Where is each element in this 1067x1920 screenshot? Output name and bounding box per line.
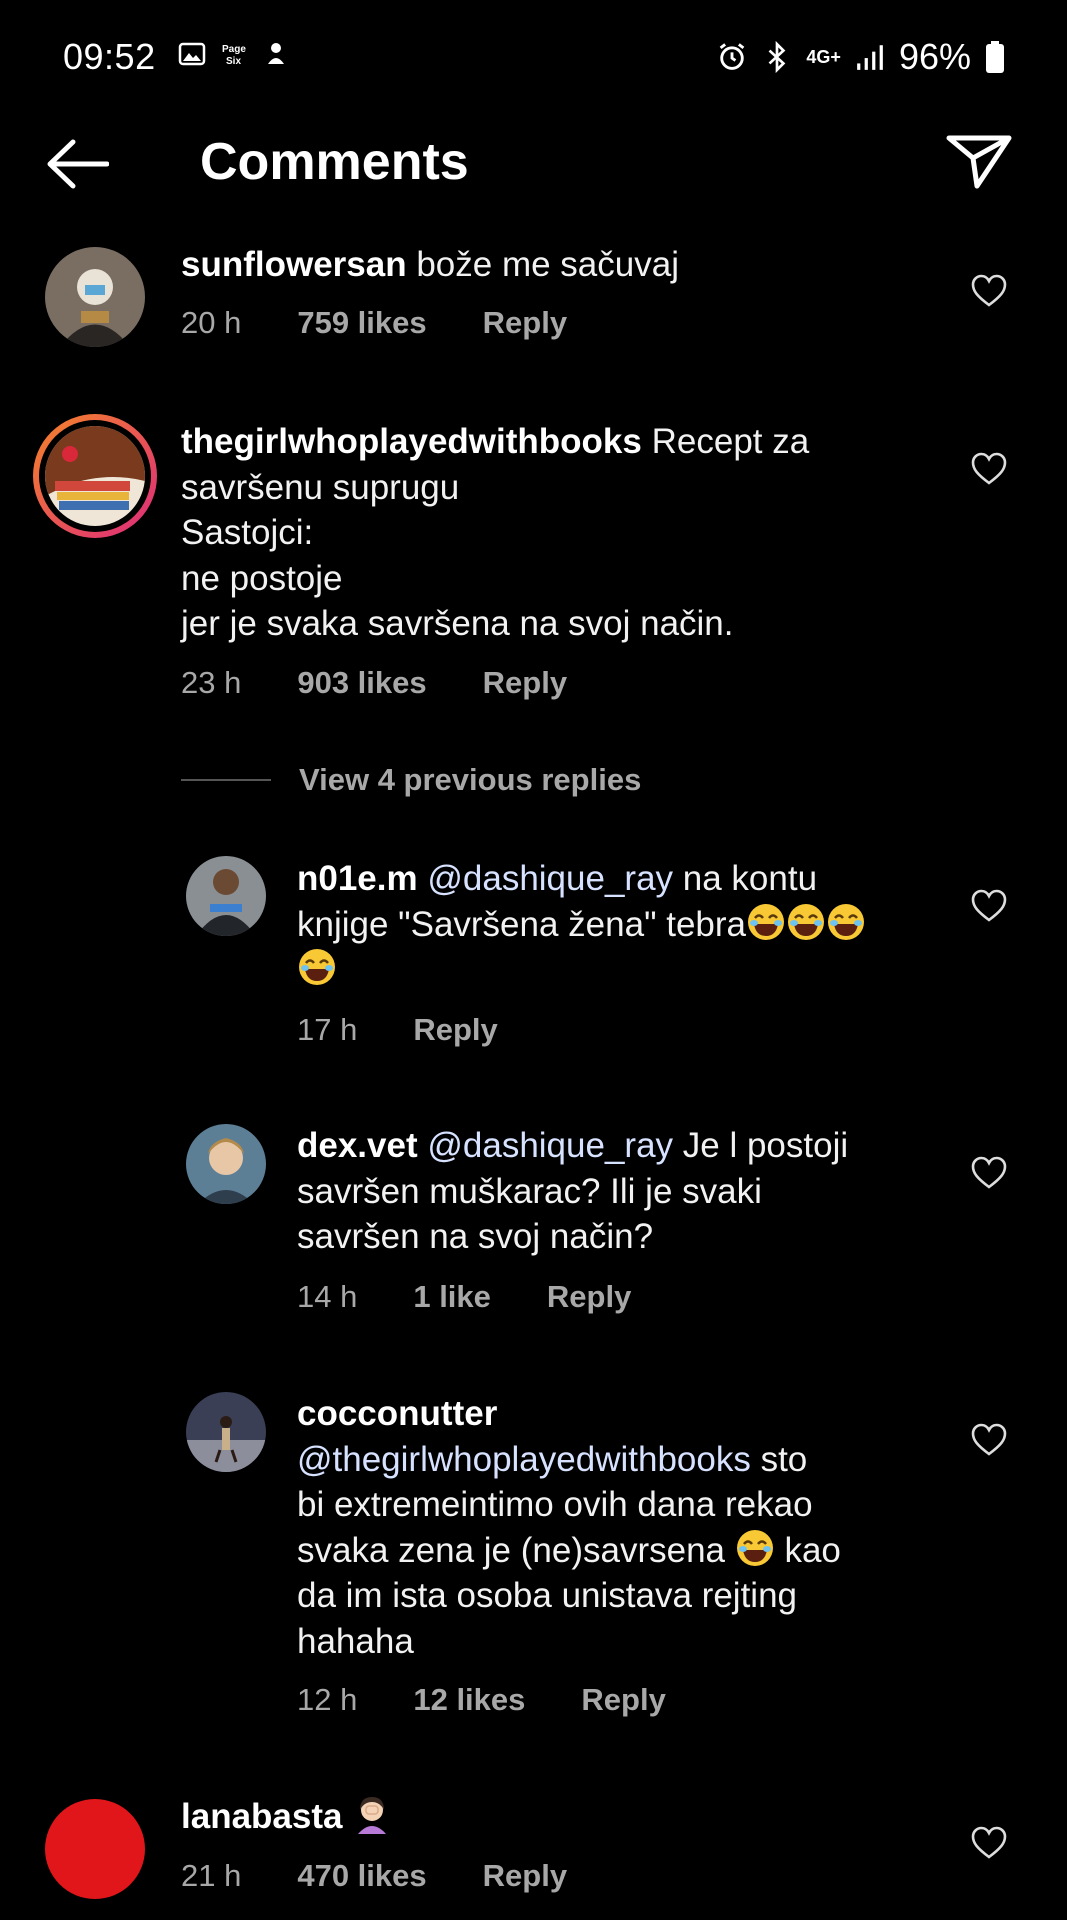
comment-username[interactable]: sunflowersan: [181, 245, 407, 284]
comment-username[interactable]: n01e.m: [297, 859, 418, 898]
comment-body: bože me sačuvaj: [416, 245, 679, 284]
reply-text: dex.vet @dashique_ray Je l postoji savrš…: [297, 1123, 937, 1260]
avatar-image: [45, 247, 145, 347]
avatar-image: [186, 856, 266, 936]
comment-meta: 12 h 12 likes Reply: [297, 1682, 722, 1718]
comment-time: 14 h: [297, 1279, 358, 1314]
comment-meta: 21 h 470 likes Reply: [181, 1858, 623, 1894]
comment-meta: 23 h 903 likes Reply: [181, 665, 623, 701]
divider-line: [181, 779, 271, 781]
status-left-icons: Page Six: [178, 40, 290, 68]
gallery-icon: [178, 42, 206, 66]
comment-meta: 14 h 1 like Reply: [297, 1279, 687, 1315]
laughing-emoji-icon: [828, 903, 865, 940]
view-previous-label[interactable]: View 4 previous replies: [299, 762, 641, 798]
laughing-emoji-icon: [788, 903, 825, 940]
svg-text:Six: Six: [226, 56, 241, 67]
status-right-icons: 4G+ 96%: [716, 36, 1005, 78]
mention-link[interactable]: @dashique_ray: [427, 1126, 673, 1165]
comment-time: 12 h: [297, 1682, 358, 1717]
laughing-emoji-icon: [299, 949, 335, 985]
reply-text: cocconutter @thegirlwhoplayedwithbooks s…: [297, 1391, 937, 1664]
alarm-icon: [720, 43, 745, 70]
comment-username[interactable]: thegirlwhoplayedwithbooks: [181, 422, 642, 461]
reply-button[interactable]: Reply: [547, 1279, 631, 1315]
comment-body: na kontu: [682, 859, 818, 898]
comment-time: 23 h: [181, 665, 242, 700]
comment-body: da im ista osoba unistava rejting: [297, 1576, 797, 1615]
reply-button[interactable]: Reply: [581, 1682, 665, 1718]
battery-percent: 96%: [898, 36, 971, 77]
battery-icon: [986, 41, 1004, 73]
avatar-image: [45, 426, 145, 526]
comment-username[interactable]: cocconutter: [297, 1394, 497, 1433]
comment-likes[interactable]: 759 likes: [297, 305, 426, 341]
comment-body: kao: [784, 1530, 841, 1570]
comment-text: thegirlwhoplayedwithbooks Recept za savr…: [181, 419, 941, 647]
like-heart-icon[interactable]: [971, 1826, 1007, 1860]
reply-button[interactable]: Reply: [483, 665, 567, 701]
comment-time: 17 h: [297, 1012, 358, 1047]
mention-link[interactable]: @thegirlwhoplayedwithbooks: [297, 1440, 751, 1479]
comment-body-line: Sastojci:: [181, 513, 314, 552]
comment-body: savršen na svoj način?: [297, 1217, 654, 1256]
avatar[interactable]: [186, 1124, 266, 1204]
comment-body: bi extremeintimo ovih dana rekao: [297, 1485, 813, 1524]
avatar[interactable]: [45, 247, 145, 347]
avatar-image: [186, 1392, 266, 1472]
comment-body: sto: [760, 1439, 808, 1479]
avatar[interactable]: [186, 856, 266, 936]
comment-text: sunflowersan bože me sačuvaj: [181, 242, 951, 288]
comment-username[interactable]: dex.vet: [297, 1126, 418, 1165]
comment-body: svaka zena je (ne)savrsena: [297, 1530, 725, 1570]
woman-facepalm-emoji-icon: [358, 1797, 387, 1834]
comment-meta: 20 h 759 likes Reply: [181, 305, 623, 341]
laughing-emoji-icon: [736, 1529, 773, 1566]
comment-body: Je l postoji: [682, 1126, 849, 1165]
comment-body-line: savršenu suprugu: [181, 467, 460, 507]
comment-likes[interactable]: 903 likes: [297, 665, 426, 701]
comment-body: hahaha: [297, 1621, 414, 1661]
reply-button[interactable]: Reply: [483, 1858, 567, 1894]
svg-text:Page: Page: [222, 44, 246, 55]
bluetooth-icon: [768, 41, 786, 73]
page-six-icon: PageSix: [222, 44, 246, 67]
comment-time: 20 h: [181, 305, 242, 340]
comment-body-line: ne postoje: [181, 558, 343, 598]
comment-body-line: Recept za: [651, 422, 810, 461]
back-arrow-icon[interactable]: [45, 138, 109, 190]
avatar-image: [186, 1124, 266, 1204]
comment-body-line: jer je svaka savršena na svoj način.: [181, 604, 734, 643]
comment-likes[interactable]: 470 likes: [297, 1858, 426, 1894]
laughing-emoji-icon: [748, 903, 785, 940]
comment-time: 21 h: [181, 1858, 242, 1893]
view-previous-replies[interactable]: View 4 previous replies: [181, 762, 641, 798]
comment-likes[interactable]: 12 likes: [413, 1682, 525, 1718]
comment-meta: 17 h Reply: [297, 1012, 554, 1048]
comment-body: savršen muškarac? Ili je svaki: [297, 1171, 762, 1211]
send-icon[interactable]: [945, 132, 1013, 190]
reply-button[interactable]: Reply: [483, 305, 567, 341]
avatar[interactable]: [186, 1392, 266, 1472]
page-title: Comments: [200, 133, 469, 191]
comment-username[interactable]: lanabasta: [181, 1797, 342, 1836]
reply-text: n01e.m @dashique_ray na kontu knjige "Sa…: [297, 856, 937, 993]
reply-button[interactable]: Reply: [413, 1012, 497, 1048]
app-notification-icon: [268, 43, 284, 64]
status-time: 09:52: [63, 36, 156, 77]
mention-link[interactable]: @dashique_ray: [427, 859, 673, 898]
comment-likes[interactable]: 1 like: [413, 1279, 491, 1315]
avatar[interactable]: [45, 1799, 145, 1899]
like-heart-icon[interactable]: [971, 889, 1007, 923]
like-heart-icon[interactable]: [971, 1423, 1007, 1457]
like-heart-icon[interactable]: [971, 452, 1007, 486]
like-heart-icon[interactable]: [971, 274, 1007, 308]
comment-body: knjige "Savršena žena" tebra: [297, 904, 747, 944]
avatar-story-ring[interactable]: [33, 414, 157, 538]
signal-icon: [857, 45, 883, 70]
network-type-label: 4G+: [806, 47, 841, 67]
like-heart-icon[interactable]: [971, 1156, 1007, 1190]
comment-text: lanabasta: [181, 1794, 951, 1840]
